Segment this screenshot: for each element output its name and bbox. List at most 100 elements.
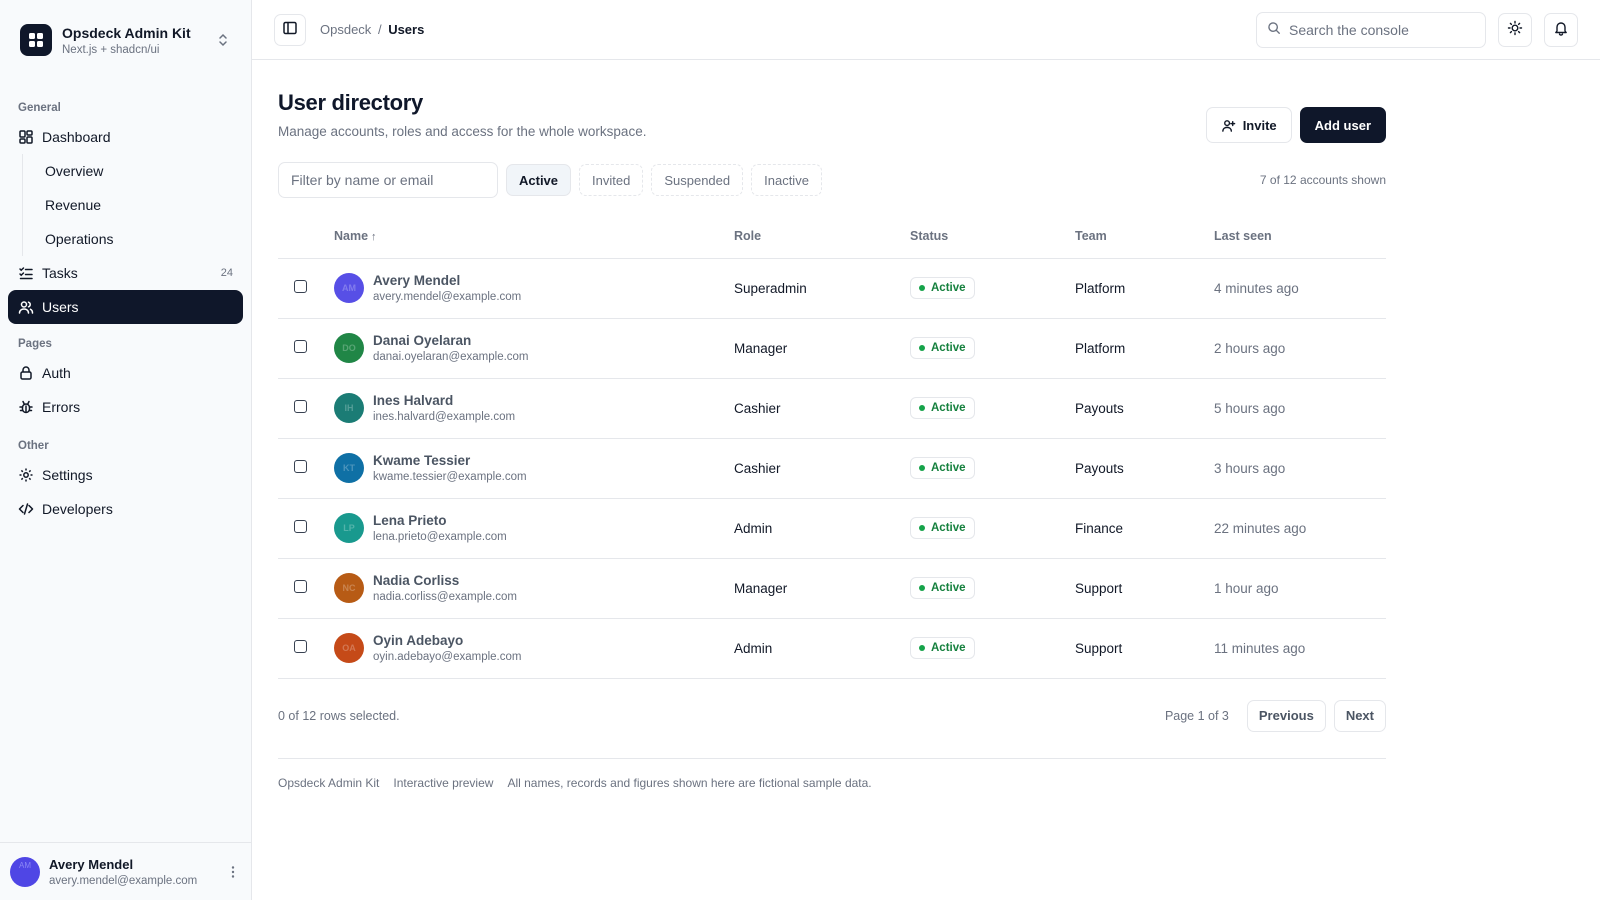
row-select-cell <box>278 438 334 499</box>
sidebar-item-errors[interactable]: Errors <box>8 390 243 424</box>
status-cell: Active <box>910 318 1075 379</box>
invite-button[interactable]: Invite <box>1205 107 1292 143</box>
last-seen-cell: 2 hours ago <box>1214 318 1386 379</box>
user-email: danai.oyelaran@example.com <box>373 351 529 363</box>
pagination: Page 1 of 3 Previous Next <box>1165 699 1386 732</box>
users-table: Name ↑ Role Status Team Last seen AM Avery… <box>278 214 1386 679</box>
table-row[interactable]: LP Lena Prieto lena.prieto@example.com Admi… <box>278 498 1386 559</box>
status-badge: Active <box>910 397 975 419</box>
sidebar-user-card[interactable]: AM Avery Mendel avery.mendel@example.com <box>0 842 251 900</box>
row-select-cell <box>278 558 334 619</box>
more-vertical-icon[interactable] <box>225 864 241 880</box>
sidebar-toggle-button[interactable] <box>274 13 306 46</box>
row-checkbox[interactable] <box>294 460 307 473</box>
name-cell: AM Avery Mendel avery.mendel@example.com <box>334 258 734 319</box>
table-row[interactable]: IH Ines Halvard ines.halvard@example.com Ca… <box>278 378 1386 439</box>
sidebar-subitem-operations[interactable]: Operations <box>23 222 251 256</box>
gear-icon <box>18 467 34 483</box>
user-name: Lena Prieto <box>373 513 447 528</box>
accounts-shown-count: 7 of 12 accounts shown <box>1259 173 1386 187</box>
sidebar-item-settings[interactable]: Settings <box>8 458 243 492</box>
brand-switcher[interactable]: Opsdeck Admin Kit Next.js + shadcn/ui <box>0 0 251 58</box>
last-seen-cell: 5 hours ago <box>1214 378 1386 439</box>
sidebar-item-users[interactable]: Users <box>8 290 243 324</box>
dashboard-subnav: Overview Revenue Operations <box>22 154 251 256</box>
previous-page-button[interactable]: Previous <box>1246 699 1326 732</box>
theme-toggle-button[interactable] <box>1498 12 1532 47</box>
user-email: ines.halvard@example.com <box>373 411 516 423</box>
table-row[interactable]: AM Avery Mendel avery.mendel@example.com Su… <box>278 258 1386 319</box>
role-cell: Cashier <box>734 378 910 439</box>
row-checkbox[interactable] <box>294 280 307 293</box>
row-checkbox[interactable] <box>294 340 307 353</box>
user-email: kwame.tessier@example.com <box>373 471 527 483</box>
row-checkbox[interactable] <box>294 640 307 653</box>
status-label: Active <box>931 582 966 594</box>
table-row[interactable]: OA Oyin Adebayo oyin.adebayo@example.com Ad… <box>278 618 1386 679</box>
row-checkbox[interactable] <box>294 520 307 533</box>
search-icon <box>1267 21 1281 38</box>
status-dot-icon <box>919 345 925 351</box>
status-cell: Active <box>910 438 1075 499</box>
breadcrumb-root[interactable]: Opsdeck <box>320 22 371 37</box>
user-name: Nadia Corliss <box>373 573 460 588</box>
nav-section-general: General <box>18 102 61 114</box>
sidebar-item-developers[interactable]: Developers <box>8 492 243 526</box>
user-name: Kwame Tessier <box>373 453 471 468</box>
sidebar-item-label: Dashboard <box>42 129 111 145</box>
table-row[interactable]: DO Danai Oyelaran danai.oyelaran@example.c… <box>278 318 1386 379</box>
sidebar-subitem-overview[interactable]: Overview <box>23 154 251 188</box>
filter-chip-suspended[interactable]: Suspended <box>651 164 744 196</box>
row-checkbox[interactable] <box>294 580 307 593</box>
search-box[interactable] <box>1256 11 1486 48</box>
row-select-cell <box>278 258 334 319</box>
sidebar-item-label: Developers <box>42 501 113 517</box>
status-label: Active <box>931 642 966 654</box>
row-select-cell <box>278 378 334 439</box>
search-input[interactable] <box>1289 21 1469 38</box>
filter-chip-inactive[interactable]: Inactive <box>751 164 822 196</box>
nav-section-pages: Pages <box>18 338 52 350</box>
user-plus-icon <box>1221 118 1236 133</box>
avatar: DO <box>334 333 364 363</box>
sidebar-toggle-icon <box>282 20 298 39</box>
status-badge: Active <box>910 577 975 599</box>
sidebar-item-label: Auth <box>42 365 71 381</box>
column-header-status: Status <box>910 214 1075 259</box>
avatar: OA <box>334 633 364 663</box>
add-user-button[interactable]: Add user <box>1299 107 1386 143</box>
bug-icon <box>18 399 34 415</box>
column-header-name[interactable]: Name ↑ <box>334 214 734 259</box>
page-description: Manage accounts, roles and access for th… <box>278 124 647 139</box>
sidebar-subitem-revenue[interactable]: Revenue <box>23 188 251 222</box>
next-page-button[interactable]: Next <box>1333 699 1386 732</box>
filter-chip-invited[interactable]: Invited <box>579 164 644 196</box>
status-badge: Active <box>910 337 975 359</box>
status-cell: Active <box>910 258 1075 319</box>
status-dot-icon <box>919 585 925 591</box>
filter-chip-active[interactable]: Active <box>506 164 572 196</box>
app-root: Opsdeck Admin Kit Next.js + shadcn/ui Ge… <box>0 0 1600 900</box>
status-dot-icon <box>919 525 925 531</box>
user-name: Danai Oyelaran <box>373 333 472 348</box>
dashboard-icon <box>18 129 34 145</box>
bell-icon <box>1553 20 1569 39</box>
filter-input[interactable] <box>278 162 498 198</box>
status-cell: Active <box>910 618 1075 679</box>
notifications-button[interactable] <box>1544 12 1578 47</box>
topbar: Opsdeck / Users <box>252 0 1600 60</box>
table-row[interactable]: KT Kwame Tessier kwame.tessier@example.com… <box>278 438 1386 499</box>
sidebar-item-tasks[interactable]: Tasks 24 <box>8 256 243 290</box>
current-user-email: avery.mendel@example.com <box>49 874 198 887</box>
row-checkbox[interactable] <box>294 400 307 413</box>
team-cell: Support <box>1075 618 1214 679</box>
sidebar-item-dashboard[interactable]: Dashboard <box>8 120 243 154</box>
team-cell: Payouts <box>1075 378 1214 439</box>
table-row[interactable]: NC Nadia Corliss nadia.corliss@example.com… <box>278 558 1386 619</box>
sidebar-item-auth[interactable]: Auth <box>8 356 243 390</box>
user-directory-content: User directory Manage accounts, roles an… <box>252 60 1412 790</box>
column-header-name-label: Name <box>334 228 369 243</box>
last-seen-cell: 4 minutes ago <box>1214 258 1386 319</box>
user-name: Avery Mendel <box>373 273 461 288</box>
footer-preview: Interactive preview <box>393 775 494 790</box>
